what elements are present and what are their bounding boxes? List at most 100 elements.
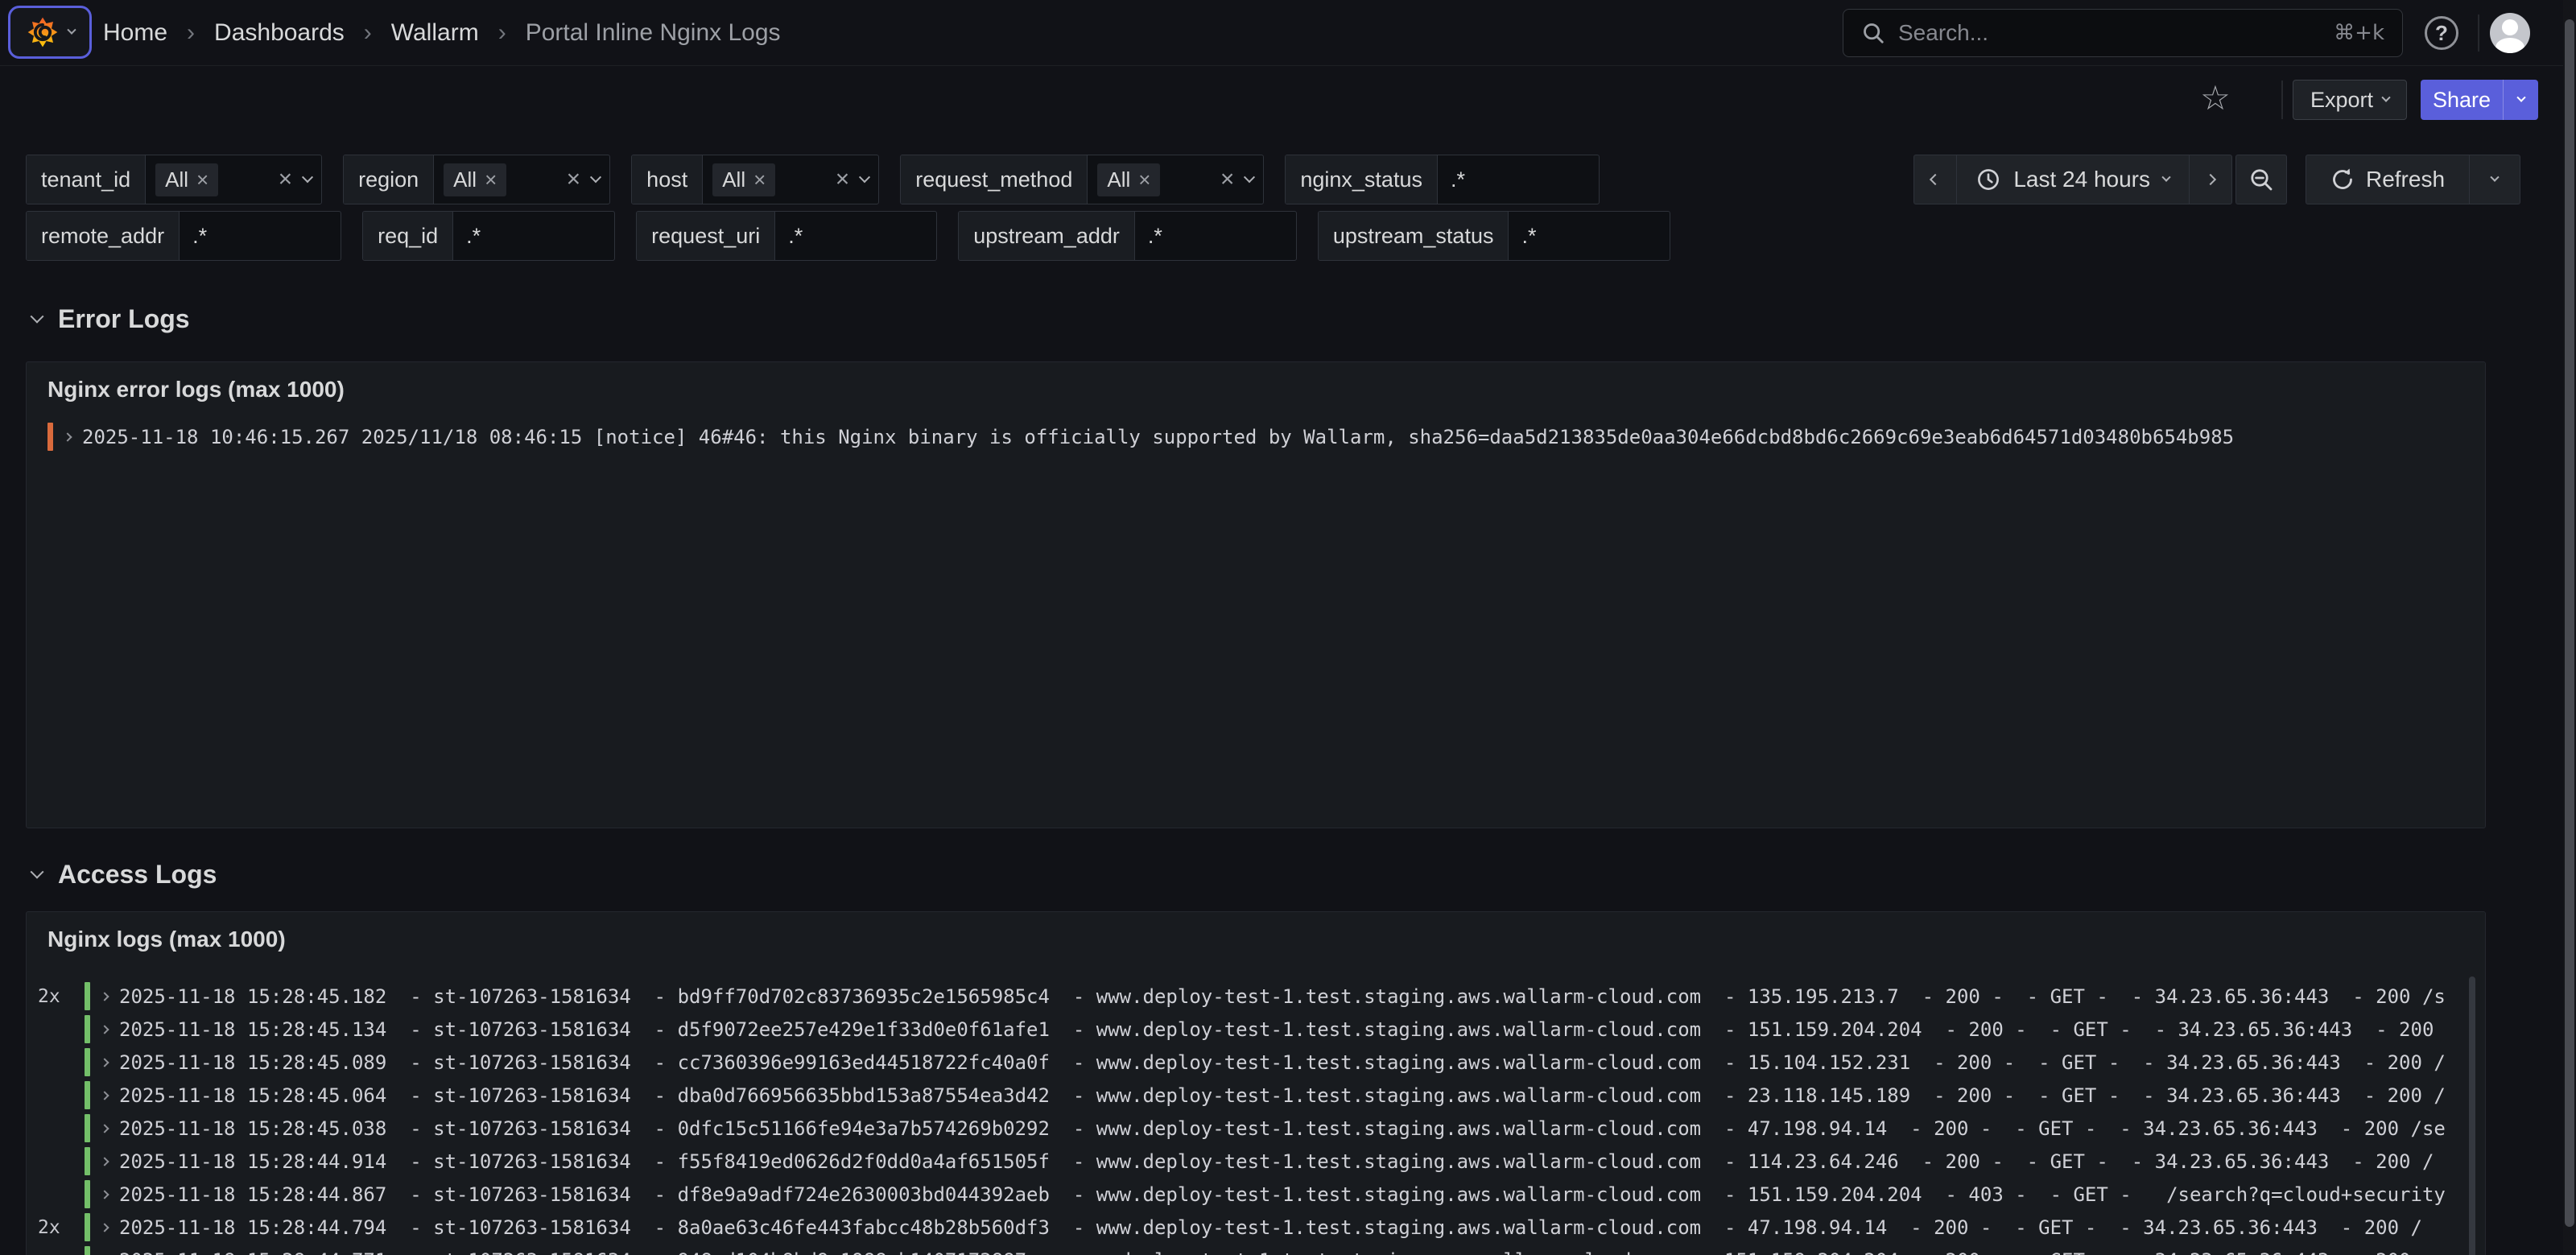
help-button[interactable]: ? (2425, 16, 2458, 50)
chevron-down-icon[interactable] (1244, 171, 1255, 183)
grafana-logo-icon (25, 14, 60, 50)
log-text: 2025-11-18 15:28:44.771 - st-107263-1581… (119, 1249, 2411, 1255)
favorite-star-icon[interactable]: ☆ (2196, 77, 2235, 119)
user-avatar[interactable] (2490, 13, 2530, 53)
log-level-bar (47, 423, 53, 451)
breadcrumb-home[interactable]: Home (103, 19, 167, 47)
filter-label: req_id (363, 212, 453, 260)
clear-filter-icon[interactable]: × (567, 167, 581, 192)
chip-remove-icon[interactable]: × (485, 169, 497, 190)
section-title: Access Logs (58, 860, 217, 890)
log-level-bar (85, 1081, 90, 1109)
filter-value-dropdown[interactable]: All × × (703, 155, 878, 204)
filter-nginx-status: nginx_status (1285, 155, 1600, 204)
filter-label: host (632, 155, 703, 204)
filter-label: nginx_status (1286, 155, 1438, 204)
time-shift-back-button[interactable] (1913, 155, 1957, 204)
chevron-down-icon[interactable] (302, 171, 313, 183)
export-button[interactable]: Export (2293, 80, 2407, 120)
log-row[interactable]: 2025-11-18 15:28:45.089 - st-107263-1581… (27, 1046, 2485, 1079)
log-row[interactable]: 2025-11-18 15:28:45.064 - st-107263-1581… (27, 1079, 2485, 1112)
filter-regex-input[interactable] (466, 224, 601, 249)
expand-caret-icon (100, 1058, 109, 1067)
chevron-down-icon (2161, 173, 2170, 182)
filter-regex-input[interactable] (192, 224, 328, 249)
clear-filter-icon[interactable]: × (836, 167, 850, 192)
access-logs-panel: Nginx logs (max 1000) 2x 2025-11-18 15:2… (26, 911, 2486, 1255)
share-button[interactable]: Share (2421, 80, 2503, 120)
dedup-count: 2x (38, 986, 85, 1007)
filter-request-method: request_method All × × (900, 155, 1264, 204)
selected-value-chip[interactable]: All × (1097, 163, 1160, 196)
filter-tenant-id: tenant_id All × × (26, 155, 322, 204)
filter-value-dropdown[interactable]: All × × (146, 155, 321, 204)
log-level-bar (85, 1246, 90, 1255)
expand-caret-icon (100, 1124, 109, 1133)
log-row[interactable]: 2025-11-18 10:46:15.267 2025/11/18 08:46… (27, 420, 2485, 453)
log-row[interactable]: 2025-11-18 15:28:44.914 - st-107263-1581… (27, 1145, 2485, 1178)
panel-scrollbar-thumb[interactable] (2469, 976, 2475, 1255)
filter-regex-input[interactable] (1148, 224, 1283, 249)
search-box[interactable]: ⌘+k (1843, 9, 2403, 57)
filter-regex-input[interactable] (788, 224, 923, 249)
refresh-button[interactable]: Refresh (2306, 155, 2470, 204)
nav-divider (2478, 14, 2479, 52)
top-nav: Home › Dashboards › Wallarm › Portal Inl… (0, 0, 2576, 66)
chevron-down-icon (2490, 173, 2499, 182)
selected-value-chip[interactable]: All × (712, 163, 775, 196)
log-row[interactable]: 2025-11-18 15:28:44.771 - st-107263-1581… (27, 1244, 2485, 1255)
filter-value-dropdown[interactable]: All × × (434, 155, 609, 204)
log-level-bar (85, 982, 90, 1010)
clear-filter-icon[interactable]: × (279, 167, 293, 192)
expand-caret-icon (100, 1025, 109, 1034)
refresh-button-group: Refresh (2306, 155, 2520, 204)
log-row[interactable]: 2025-11-18 15:28:44.867 - st-107263-1581… (27, 1178, 2485, 1211)
filters-row-1: tenant_id All × × region All × × (26, 155, 1620, 204)
grafana-logo-button[interactable] (8, 6, 92, 59)
selected-value-chip[interactable]: All × (155, 163, 218, 196)
window-scrollbar-thumb[interactable] (2565, 19, 2574, 1227)
time-range-button[interactable]: Last 24 hours (1956, 155, 2190, 204)
breadcrumb-dashboards[interactable]: Dashboards (214, 19, 345, 47)
log-rows: 2025-11-18 10:46:15.267 2025/11/18 08:46… (27, 420, 2485, 453)
chip-remove-icon[interactable]: × (196, 169, 208, 190)
filters-row-2: remote_addr req_id request_uri upstream_… (26, 211, 1691, 261)
section-header-access-logs[interactable]: Access Logs (32, 857, 217, 892)
clear-filter-icon[interactable]: × (1220, 167, 1235, 192)
time-shift-forward-button[interactable] (2189, 155, 2232, 204)
chevron-right-icon (2205, 174, 2216, 185)
log-text: 2025-11-18 15:28:45.134 - st-107263-1581… (119, 1018, 2434, 1041)
log-row[interactable]: 2025-11-18 15:28:45.134 - st-107263-1581… (27, 1013, 2485, 1046)
log-text: 2025-11-18 15:28:45.089 - st-107263-1581… (119, 1051, 2446, 1074)
filter-regex-input[interactable] (1521, 224, 1657, 249)
filter-upstream-status: upstream_status (1318, 211, 1671, 261)
collapse-caret-icon (31, 865, 44, 879)
chip-label: All (1107, 167, 1130, 192)
filter-regex-input[interactable] (1451, 167, 1586, 192)
search-input[interactable] (1898, 20, 2321, 46)
expand-caret-icon (100, 1223, 109, 1232)
chevron-down-icon[interactable] (859, 171, 870, 183)
filter-request-uri: request_uri (636, 211, 937, 261)
refresh-interval-button[interactable] (2469, 155, 2520, 204)
share-menu-button[interactable] (2503, 80, 2538, 120)
chevron-down-icon[interactable] (590, 171, 601, 183)
chip-remove-icon[interactable]: × (753, 169, 766, 190)
section-header-error-logs[interactable]: Error Logs (32, 301, 190, 336)
chip-label: All (722, 167, 745, 192)
share-label: Share (2433, 88, 2491, 113)
section-title: Error Logs (58, 304, 190, 334)
filter-label: region (344, 155, 434, 204)
log-text: 2025-11-18 15:28:44.794 - st-107263-1581… (119, 1216, 2422, 1239)
log-row[interactable]: 2x 2025-11-18 15:28:45.182 - st-107263-1… (27, 980, 2485, 1013)
help-icon: ? (2435, 21, 2448, 46)
zoom-out-time-button[interactable] (2235, 155, 2287, 204)
expand-caret-icon (100, 1190, 109, 1199)
log-row[interactable]: 2025-11-18 15:28:45.038 - st-107263-1581… (27, 1112, 2485, 1145)
log-row[interactable]: 2x 2025-11-18 15:28:44.794 - st-107263-1… (27, 1211, 2485, 1244)
panel-scrollbar (2469, 976, 2475, 1255)
breadcrumb-wallarm[interactable]: Wallarm (391, 19, 479, 47)
chip-remove-icon[interactable]: × (1138, 169, 1150, 190)
filter-value-dropdown[interactable]: All × × (1088, 155, 1263, 204)
selected-value-chip[interactable]: All × (444, 163, 506, 196)
